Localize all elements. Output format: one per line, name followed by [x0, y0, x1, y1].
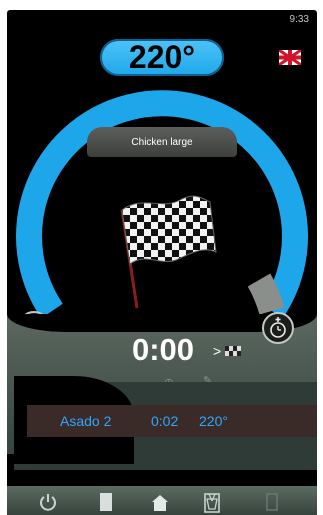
basket-icon: [204, 492, 220, 513]
step-time: 0:02: [151, 413, 179, 429]
progress-arc-remaining: [247, 273, 285, 315]
device-frame: 9:33 220° Chicken large 0:00 > ✎ Asado 2…: [0, 0, 323, 515]
temperature-display[interactable]: 220°: [100, 39, 224, 76]
power-icon: [40, 493, 56, 511]
nav-book[interactable]: [79, 488, 133, 515]
nav-home[interactable]: [133, 488, 187, 515]
small-flag-icon: [225, 346, 242, 356]
add-time-button[interactable]: [262, 312, 294, 344]
finish-indicator: >: [213, 343, 242, 359]
step-name: Asado 2: [60, 413, 112, 429]
placeholder-icon: [266, 492, 278, 511]
nav-extra[interactable]: [245, 488, 299, 515]
bottom-nav: [7, 486, 317, 515]
nav-basket[interactable]: [185, 488, 239, 515]
screen: 9:33 220° Chicken large 0:00 > ✎ Asado 2…: [7, 10, 317, 515]
finish-flag-icon: [120, 195, 217, 309]
step-row[interactable]: Asado 2 0:02 220°: [27, 405, 317, 437]
remaining-time: 0:00: [131, 332, 195, 367]
add-time-icon: [270, 317, 286, 338]
uk-flag-icon[interactable]: [279, 50, 301, 65]
finish-arrow-text: >: [213, 343, 222, 359]
program-name[interactable]: Chicken large: [87, 127, 237, 157]
home-icon: [152, 494, 168, 511]
step-temp: 220°: [199, 413, 228, 429]
nav-power[interactable]: [21, 488, 75, 515]
book-icon: [100, 492, 112, 511]
